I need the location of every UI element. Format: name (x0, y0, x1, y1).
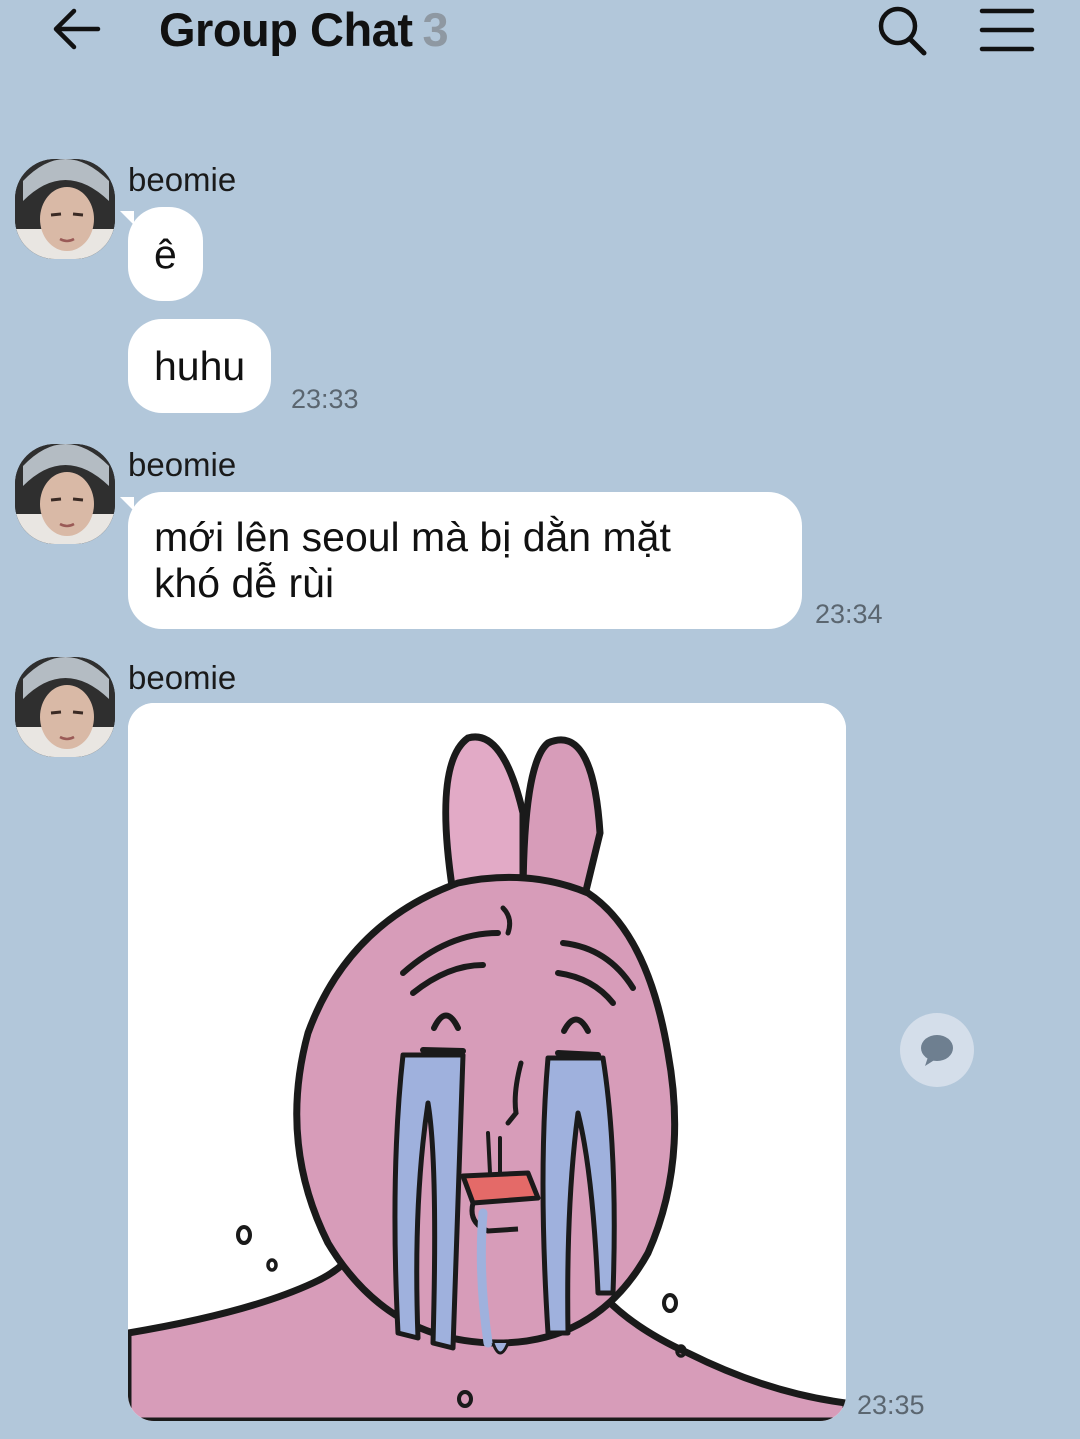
message-bubble[interactable]: ê (128, 207, 203, 301)
crying-pink-bunny-sticker (128, 703, 846, 1421)
message-text: huhu (154, 343, 246, 389)
chat-title: Group Chat 3 (159, 2, 449, 57)
message-text: ê (154, 231, 177, 277)
message-bubble[interactable]: mới lên seoul mà bị dằn mặt khó dễ rùi (128, 492, 802, 629)
arrow-left-icon (53, 8, 101, 50)
avatar[interactable] (15, 159, 115, 259)
member-count: 3 (422, 3, 449, 56)
avatar[interactable] (15, 444, 115, 544)
avatar-photo (15, 159, 115, 259)
chat-title-text: Group Chat (159, 3, 413, 56)
message-timestamp: 23:34 (815, 599, 883, 629)
avatar-photo (15, 444, 115, 544)
chat-header: Group Chat 3 (0, 0, 1080, 64)
sender-name: beomie (128, 161, 237, 198)
avatar[interactable] (15, 657, 115, 757)
message-timestamp: 23:33 (291, 384, 359, 414)
sender-name: beomie (128, 659, 237, 696)
sender-name: beomie (128, 446, 237, 483)
message-text-line: mới lên seoul mà bị dằn mặt (154, 514, 671, 560)
search-icon (878, 6, 927, 56)
avatar-photo (15, 657, 115, 757)
sticker-message[interactable] (128, 703, 846, 1421)
message-bubble[interactable]: huhu (128, 319, 272, 413)
reply-button[interactable] (900, 1013, 974, 1087)
message-timestamp: 23:35 (857, 1390, 925, 1420)
back-button[interactable] (50, 6, 104, 52)
menu-button[interactable] (978, 6, 1036, 54)
speech-bubble-icon (921, 1035, 953, 1066)
hamburger-menu-icon (979, 8, 1035, 52)
message-text-line: khó dễ rùi (154, 560, 335, 606)
search-button[interactable] (874, 4, 930, 56)
chat-screen: Group Chat 3 beomie ê huhu 23:33 beomie … (0, 0, 1080, 1439)
